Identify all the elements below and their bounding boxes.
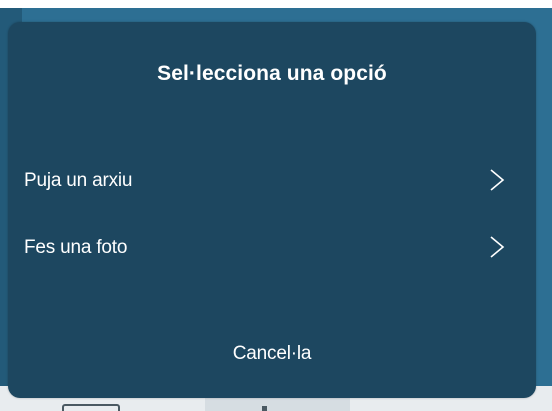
upload-file-label: Puja un arxiu — [24, 170, 133, 191]
screen: Sel·lecciona una opció Puja un arxiu Fes… — [0, 0, 552, 411]
chevron-right-icon — [490, 236, 505, 258]
background-toolbar-icon — [262, 406, 267, 411]
chevron-right-icon — [490, 169, 505, 191]
take-photo-label: Fes una foto — [24, 237, 128, 258]
dialog-title: Sel·lecciona una opció — [157, 62, 387, 85]
option-select-dialog: Sel·lecciona una opció Puja un arxiu Fes… — [8, 22, 536, 398]
cancel-button[interactable]: Cancel·la — [8, 332, 536, 376]
take-photo-option[interactable]: Fes una foto — [8, 221, 536, 273]
background-toolbar-icon — [62, 404, 120, 411]
upload-file-option[interactable]: Puja un arxiu — [8, 154, 536, 206]
